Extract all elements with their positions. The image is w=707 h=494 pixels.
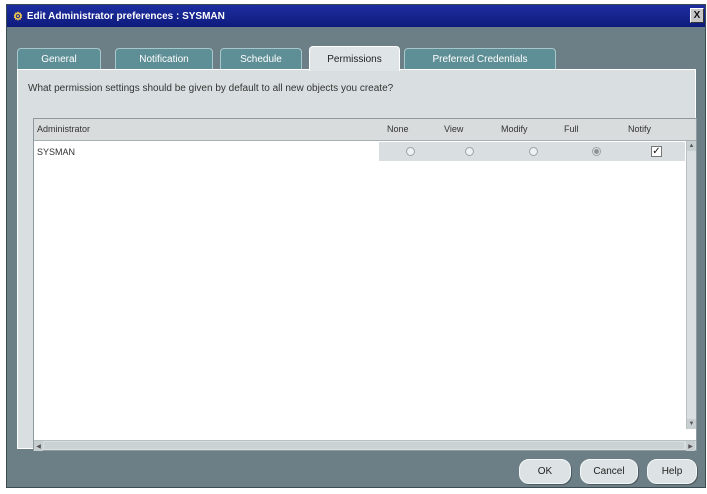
tab-permissions[interactable]: Permissions <box>309 46 400 71</box>
column-none[interactable]: None <box>387 124 409 134</box>
title-bar: ⚙ Edit Administrator preferences : SYSMA… <box>7 5 705 27</box>
column-view[interactable]: View <box>444 124 463 134</box>
column-administrator[interactable]: Administrator <box>37 124 90 134</box>
question-text: What permission settings should be given… <box>28 83 394 94</box>
close-icon: X <box>693 10 701 21</box>
tab-general[interactable]: General <box>17 48 101 70</box>
dialog-window: ⚙ Edit Administrator preferences : SYSMA… <box>6 4 706 488</box>
close-button[interactable]: X <box>690 8 704 23</box>
permission-cells: ✓ <box>379 142 685 161</box>
radio-none[interactable] <box>406 147 415 156</box>
radio-view[interactable] <box>465 147 474 156</box>
window-title: Edit Administrator preferences : SYSMAN <box>26 10 225 22</box>
tab-preferred-credentials[interactable]: Preferred Credentials <box>404 48 556 70</box>
notify-checkbox[interactable]: ✓ <box>651 146 662 157</box>
column-notify[interactable]: Notify <box>628 124 651 134</box>
horizontal-scrollbar[interactable]: ◀ ▶ <box>34 440 696 451</box>
permissions-panel: What permission settings should be given… <box>17 69 697 451</box>
administrator-cell: SYSMAN <box>37 146 76 157</box>
column-full[interactable]: Full <box>564 124 579 134</box>
arrow-up-icon[interactable]: ▲ <box>687 141 696 151</box>
column-modify[interactable]: Modify <box>501 124 528 134</box>
vertical-scrollbar[interactable]: ▲ ▼ <box>686 141 696 429</box>
ok-button[interactable]: OK <box>519 459 571 484</box>
radio-modify[interactable] <box>529 147 538 156</box>
cancel-button[interactable]: Cancel <box>580 459 638 484</box>
tab-notification[interactable]: Notification <box>115 48 213 70</box>
arrow-right-icon[interactable]: ▶ <box>686 441 695 451</box>
arrow-left-icon[interactable]: ◀ <box>34 441 43 451</box>
tab-schedule[interactable]: Schedule <box>220 48 302 70</box>
table-header: Administrator None View Modify Full Noti… <box>34 119 696 141</box>
checkmark-icon: ✓ <box>652 146 661 157</box>
help-button[interactable]: Help <box>647 459 697 484</box>
scroll-thumb[interactable] <box>44 442 684 449</box>
arrow-down-icon[interactable]: ▼ <box>687 419 696 429</box>
permissions-table: Administrator None View Modify Full Noti… <box>33 118 697 451</box>
radio-full[interactable] <box>592 147 601 156</box>
app-icon: ⚙ <box>13 10 23 23</box>
table-row[interactable]: SYSMAN ✓ <box>34 142 685 161</box>
